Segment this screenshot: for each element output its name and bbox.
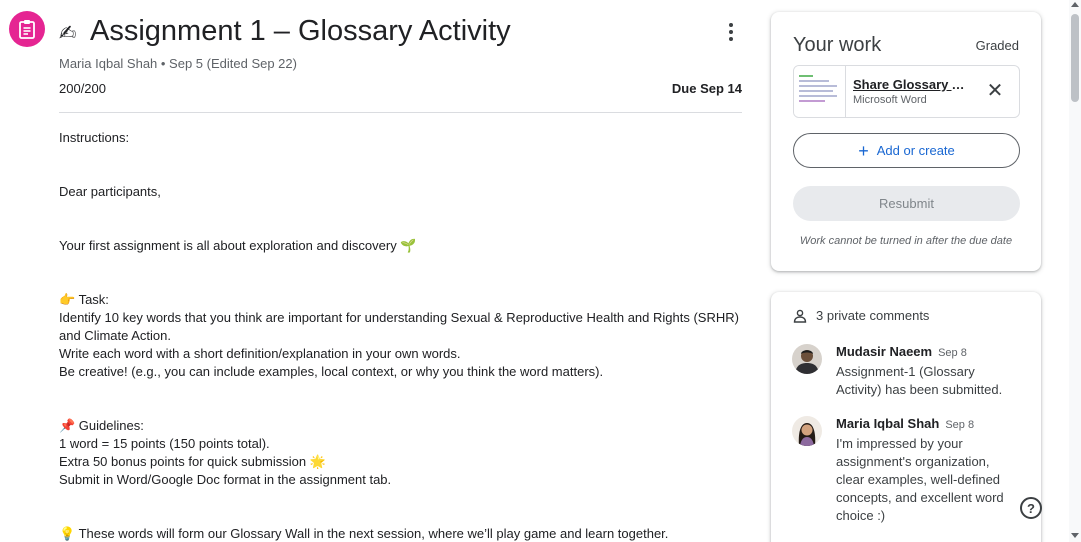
remove-attachment-icon[interactable]: ✕ [985, 81, 1005, 101]
page-scrollbar[interactable] [1069, 0, 1081, 542]
private-comments-header[interactable]: 3 private comments [793, 308, 929, 323]
task-line: and Climate Action. [59, 328, 172, 343]
assignment-meta: Maria Iqbal Shah • Sep 5 (Edited Sep 22) [59, 56, 297, 71]
assignment-icon [9, 11, 45, 47]
add-or-create-button[interactable]: + Add or create [793, 133, 1020, 168]
late-submission-note: Work cannot be turned in after the due d… [799, 235, 1013, 247]
add-or-create-label: Add or create [876, 143, 955, 158]
graded-status: Graded [975, 38, 1019, 53]
attachment-card[interactable]: Share Glossary Assignment Microsoft Word… [793, 65, 1020, 118]
greeting: Dear participants, [59, 184, 161, 199]
guidelines-heading: 📌 Guidelines: [59, 418, 144, 433]
your-work-title: Your work [793, 34, 882, 56]
scroll-down-icon[interactable] [1071, 533, 1079, 538]
title-row: ✍ Assignment 1 – Glossary Activity [59, 14, 743, 50]
avatar [792, 416, 822, 446]
comment-date: Sep 8 [938, 347, 967, 359]
writing-hand-emoji: ✍ [59, 22, 77, 45]
divider [59, 112, 742, 113]
assignment-points: 200/200 [59, 81, 106, 96]
page-title: Assignment 1 – Glossary Activity [90, 15, 511, 47]
comment-text: I'm impressed by your assignment's organ… [836, 436, 1004, 523]
guideline-line: Submit in Word/Google Doc format in the … [59, 472, 392, 487]
more-options-button[interactable] [719, 18, 743, 46]
comment-author: Mudasir Naeem Sep 8 [836, 344, 967, 359]
scroll-thumb[interactable] [1071, 14, 1079, 102]
more-vert-icon [729, 23, 733, 27]
task-line: Be creative! (e.g., you can include exam… [59, 364, 604, 379]
guideline-line: 1 word = 15 points (150 points total). [59, 436, 270, 451]
clipboard-icon [19, 20, 35, 39]
closing-line: 💡 These words will form our Glossary Wal… [59, 526, 669, 541]
avatar [792, 344, 822, 374]
person-icon [793, 309, 807, 323]
attachment-name[interactable]: Share Glossary Assignment [853, 77, 971, 92]
resubmit-button[interactable]: Resubmit [793, 186, 1020, 221]
comment-date: Sep 8 [945, 419, 975, 431]
comment-author: Maria Iqbal Shah Sep 8 [836, 416, 975, 431]
due-date: Due Sep 14 [671, 81, 742, 96]
task-heading: 👉 Task: [59, 292, 109, 307]
comment-text: Assignment-1 (Glossary Activity) has bee… [836, 364, 1003, 397]
task-line: Identify 10 key words that you think are… [59, 310, 739, 325]
instructions-heading: Instructions: [59, 130, 130, 145]
plus-icon: + [858, 140, 869, 161]
private-comments-card: 3 private comments Mudasir Naeem Sep 8 As… [771, 292, 1041, 542]
instructions-body: Instructions: Dear participants, Your fi… [59, 129, 743, 542]
attachment-type: Microsoft Word [853, 94, 927, 106]
scroll-up-icon[interactable] [1071, 2, 1079, 7]
guideline-line: Extra 50 bonus points for quick submissi… [59, 454, 326, 469]
your-work-card: Your work Graded Share Glossary Assignme… [771, 12, 1041, 271]
task-line: Write each word with a short definition/… [59, 346, 461, 361]
help-icon[interactable]: ? [1020, 497, 1042, 519]
document-thumbnail [794, 66, 846, 117]
private-comments-count: 3 private comments [816, 308, 930, 323]
intro: Your first assignment is all about explo… [59, 238, 417, 253]
